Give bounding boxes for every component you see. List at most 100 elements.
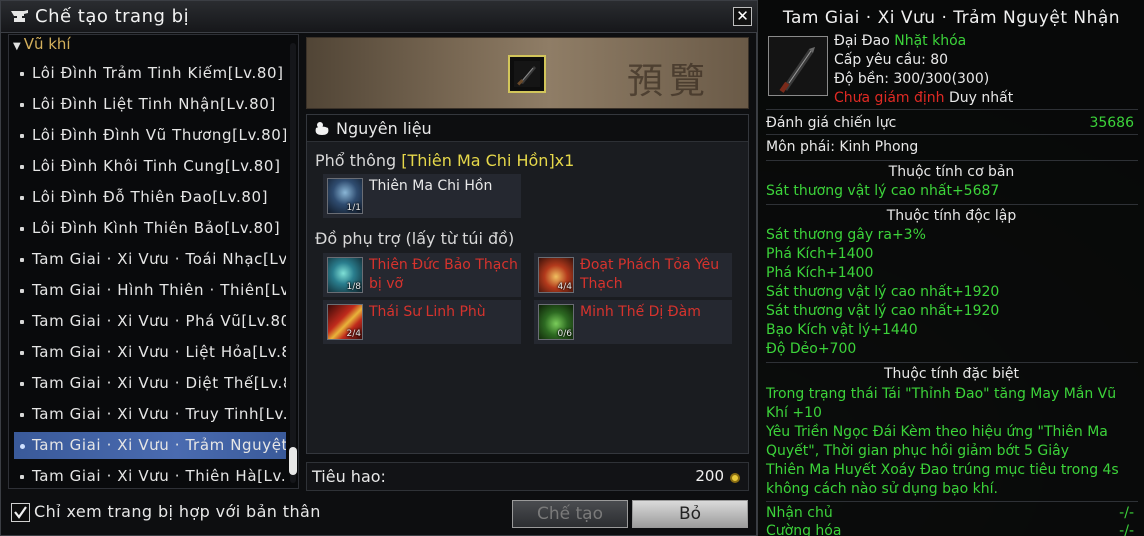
- jar-icon: 0/6: [538, 304, 574, 340]
- bullet-icon: [20, 289, 24, 293]
- cost-value: 200: [695, 467, 724, 485]
- recipe-item[interactable]: Lôi Đình Trảm Tinh Kiếm[Lv.80]: [14, 60, 286, 87]
- identify-line: Chưa giám định Duy nhất: [834, 90, 1013, 106]
- talisman-icon: 2/4: [327, 304, 363, 340]
- recipe-item[interactable]: Tam Giai · Hình Thiên · Thiên[Lv.80]: [14, 277, 286, 304]
- recipe-item[interactable]: Lôi Đình Liệt Tinh Nhận[Lv.80]: [14, 91, 286, 118]
- close-button[interactable]: ✕: [733, 7, 752, 26]
- divider: [766, 362, 1138, 363]
- material-name: Thiên Ma Chi Hồn: [369, 178, 493, 194]
- filter-checkbox[interactable]: [11, 503, 30, 522]
- recipe-item[interactable]: Tam Giai · Xi Vưu · Truy Tinh[Lv.80]: [14, 401, 286, 428]
- material-count: 1/1: [346, 203, 361, 213]
- common-materials-label: Phổ thông [Thiên Ma Chi Hồn]x1: [315, 151, 574, 170]
- aux-materials-label: Đồ phụ trợ (lấy từ túi đồ): [315, 229, 515, 248]
- list-scrollbar[interactable]: [289, 43, 297, 483]
- recipe-item[interactable]: Tam Giai · Xi Vưu · Trảm Nguyệt[Lv.80]: [14, 432, 286, 459]
- recipe-item-label: Lôi Đình Trảm Tinh Kiếm[Lv.80]: [32, 64, 284, 82]
- unique-tag: Duy nhất: [948, 90, 1014, 106]
- bullet-icon: [20, 165, 24, 169]
- blade-icon: [514, 61, 540, 87]
- category-label: Vũ khí: [23, 35, 71, 53]
- recipe-item-label: Lôi Đình Kình Thiên Bảo[Lv.80]: [32, 219, 281, 237]
- recipe-item[interactable]: Lôi Đình Khôi Tinh Cung[Lv.80]: [14, 153, 286, 180]
- independent-attributes-title: Thuộc tính độc lập: [886, 208, 1017, 224]
- bullet-icon: [20, 72, 24, 76]
- recipe-item-label: Lôi Đình Đình Vũ Thương[Lv.80]: [32, 126, 286, 144]
- item-title: Tam Giai · Xi Vưu · Trảm Nguyệt Nhận: [782, 8, 1121, 28]
- category-weapons[interactable]: ▼ Vũ khí: [13, 35, 71, 55]
- recipe-item[interactable]: Lôi Đình Kình Thiên Bảo[Lv.80]: [14, 215, 286, 242]
- special-stat: Yêu Triền Ngọc Đái Kèm theo hiệu ứng "Th…: [766, 424, 1108, 459]
- recipe-item[interactable]: Lôi Đình Đình Vũ Thương[Lv.80]: [14, 122, 286, 149]
- material-name: Thiên Đức Bảo Thạch bị vỡ: [369, 257, 518, 292]
- material-slot-aux-1[interactable]: 1/8 Thiên Đức Bảo Thạch bị vỡ: [323, 253, 521, 297]
- recipe-item-label: Lôi Đình Đỗ Thiên Đao[Lv.80]: [32, 188, 269, 206]
- recipe-item-label: Tam Giai · Xi Vưu · Truy Tinh[Lv.80]: [32, 405, 286, 423]
- basic-attributes-title: Thuộc tính cơ bản: [888, 164, 1015, 180]
- soul-stone-icon: 4/4: [538, 257, 574, 293]
- anvil-icon: [11, 10, 28, 22]
- recipe-item-label: Tam Giai · Xi Vưu · Thiên Hà[Lv.80]: [32, 467, 286, 485]
- divider: [766, 134, 1138, 135]
- recipe-item-label: Tam Giai · Xi Vưu · Liệt Hỏa[Lv.80]: [32, 343, 286, 361]
- independent-stat: Sát thương vật lý cao nhất+1920: [766, 303, 1000, 319]
- item-type-line: Đại Đao Nhặt khóa: [834, 33, 966, 49]
- checkmark-icon: [14, 506, 27, 519]
- material-count: 2/4: [346, 329, 361, 339]
- recipe-item-label: Tam Giai · Hình Thiên · Thiên[Lv.80]: [32, 281, 286, 299]
- power-label: Đánh giá chiến lực: [766, 115, 897, 131]
- unidentified-status: Chưa giám định: [834, 90, 945, 106]
- material-slot-aux-2[interactable]: 4/4 Đoạt Phách Tỏa Yêu Thạch: [534, 253, 732, 297]
- item-type: Đại Đao: [834, 33, 890, 49]
- recipe-item[interactable]: Tam Giai · Xi Vưu · Toái Nhạc[Lv.80]: [14, 246, 286, 273]
- material-slot-aux-3[interactable]: 2/4 Thái Sư Linh Phù: [323, 300, 521, 344]
- coin-icon: [730, 473, 740, 483]
- cancel-button[interactable]: Bỏ: [632, 500, 748, 528]
- divider: [766, 160, 1138, 161]
- enhance-label: Cường hóa: [766, 523, 842, 536]
- bullet-icon: [20, 382, 24, 386]
- durability: Độ bền: 300/300(300): [834, 71, 990, 87]
- recipe-item[interactable]: Tam Giai · Xi Vưu · Diệt Thế[Lv.80]: [14, 370, 286, 397]
- recipe-item-label: Tam Giai · Xi Vưu · Toái Nhạc[Lv.80]: [32, 250, 286, 268]
- independent-stat: Phá Kích+1400: [766, 246, 874, 262]
- recipe-item[interactable]: Tam Giai · Xi Vưu · Phá Vũ[Lv.80]: [14, 308, 286, 335]
- filter-label[interactable]: Chỉ xem trang bị hợp với bản thân: [34, 502, 321, 521]
- window-titlebar[interactable]: Chế tạo trang bị ✕: [1, 1, 758, 33]
- bullet-icon: [20, 134, 24, 138]
- recipe-item[interactable]: Tam Giai · Xi Vưu · Liệt Hỏa[Lv.80]: [14, 339, 286, 366]
- preview-item-slot[interactable]: [508, 55, 546, 93]
- craft-equipment-window: Chế tạo trang bị ✕ ▼ Vũ khí Lôi Đình Trảm…: [0, 0, 758, 536]
- sect-requirement: Môn phái: Kinh Phong: [766, 139, 919, 155]
- scroll-thumb[interactable]: [289, 447, 297, 475]
- recipe-item[interactable]: Tam Giai · Xi Vưu · Thiên Hà[Lv.80]: [14, 463, 286, 490]
- preview-banner: 預覽: [306, 37, 749, 109]
- independent-stat: Độ Dẻo+700: [766, 341, 857, 357]
- special-attributes-title: Thuộc tính đặc biệt: [883, 366, 1020, 382]
- recipe-item[interactable]: Lôi Đình Đỗ Thiên Đao[Lv.80]: [14, 184, 286, 211]
- divider: [766, 204, 1138, 205]
- bullet-icon: [20, 475, 24, 479]
- bullet-icon: [20, 351, 24, 355]
- cost-label: Tiêu hao:: [312, 467, 386, 486]
- preview-watermark: 預覽: [627, 61, 712, 102]
- demon-soul-icon: 1/1: [327, 178, 363, 214]
- material-count: 4/4: [557, 282, 572, 292]
- common-requirement: [Thiên Ma Chi Hồn]x1: [401, 151, 575, 170]
- bullet-icon: [20, 196, 24, 200]
- independent-stat: Bạo Kích vật lý+1440: [766, 322, 918, 338]
- bag-icon: [315, 122, 329, 135]
- owner-label: Nhận chủ: [766, 505, 833, 521]
- bullet-icon: [20, 444, 25, 449]
- divider: [766, 109, 1138, 110]
- independent-stat: Phá Kích+1400: [766, 265, 874, 281]
- craft-button[interactable]: Chế tạo: [512, 500, 628, 528]
- bullet-icon: [20, 227, 24, 231]
- power-value: 35686: [1089, 115, 1134, 131]
- material-slot-aux-4[interactable]: 0/6 Minh Thế Dị Đàm: [534, 300, 732, 344]
- item-icon: [768, 36, 828, 96]
- material-slot-common-1[interactable]: 1/1 Thiên Ma Chi Hồn: [323, 174, 521, 218]
- recipe-item-label: Tam Giai · Xi Vưu · Diệt Thế[Lv.80]: [32, 374, 286, 392]
- material-count: 0/6: [557, 329, 572, 339]
